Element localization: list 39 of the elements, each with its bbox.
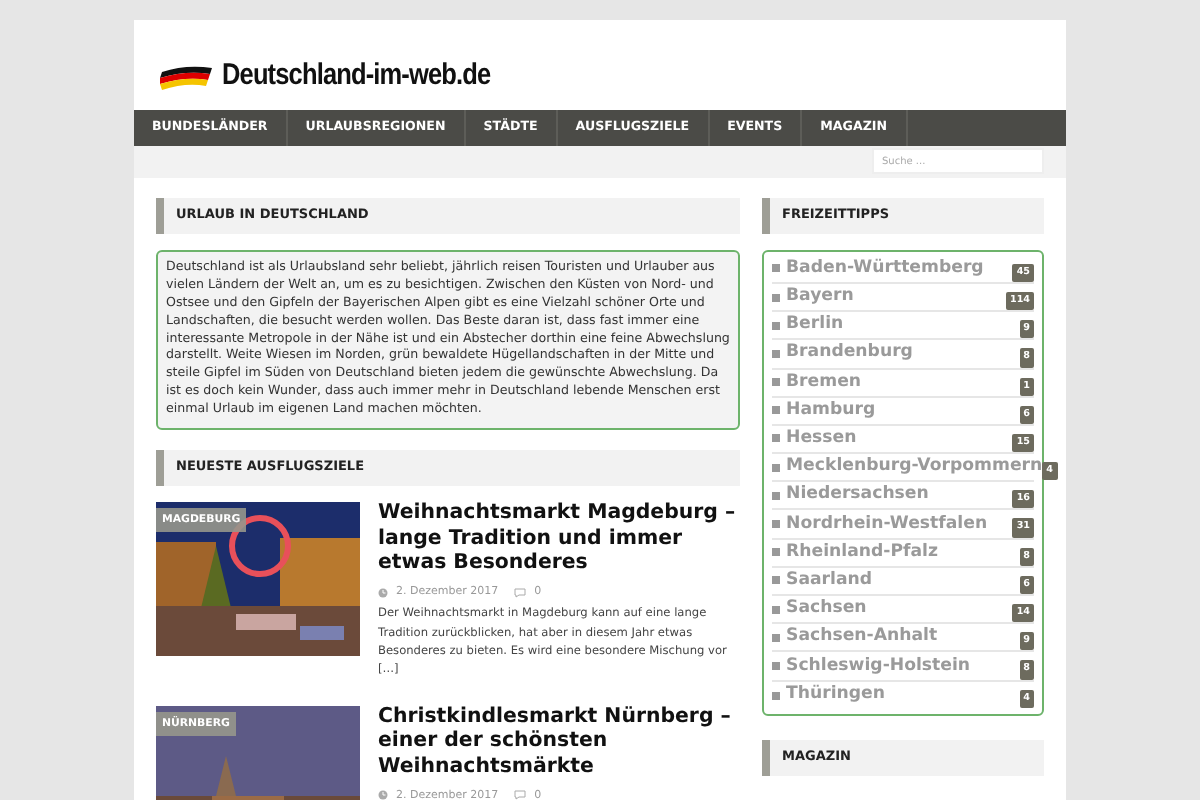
bullet-icon [772,576,780,585]
bullet-icon [772,520,780,529]
bullet-icon [772,691,780,700]
bullet-icon [772,378,780,387]
category-link[interactable]: Schleswig-Holstein [786,653,971,679]
category-link[interactable]: Bayern [786,284,854,310]
clock-icon [378,587,388,598]
bullet-icon [772,463,780,472]
site-title[interactable]: Deutschland-im-web.de [222,54,491,100]
category-link[interactable]: Brandenburg [786,340,913,367]
bullet-icon [772,633,780,642]
category-link[interactable]: Baden-Württemberg [786,255,984,282]
category-link[interactable]: Hessen [786,426,857,452]
category-link[interactable]: Sachsen-Anhalt [786,624,938,651]
bullet-icon [772,264,780,273]
category-link[interactable]: Rheinland-Pfalz [786,539,938,566]
category-link[interactable]: Sachsen [786,596,867,623]
bullet-icon [772,406,780,415]
category-link[interactable]: Bremen [786,369,862,396]
bullet-icon [772,605,780,614]
category-link[interactable]: Nordrhein-Westfalen [786,511,988,537]
category-link[interactable]: Mecklenburg-Vorpommern [786,454,1043,481]
bullet-icon [772,349,780,358]
bullet-icon [772,491,780,500]
flag-logo-icon [158,61,214,93]
category-link[interactable]: Saarland [786,567,873,594]
bullet-icon [772,548,780,557]
bullet-icon [772,321,780,330]
bullet-icon [772,434,780,443]
post-title[interactable]: Weihnachtsmarkt Magdeburg – lange Tradition und immer etwas Besonderes [378,501,740,579]
bullet-icon [772,293,780,302]
bullet-icon [772,661,780,670]
post-title[interactable]: Christkindlesmarkt Nürnberg – einer der schönsten Weihnachtsmärkte [378,705,740,782]
category-link[interactable]: Niedersachsen [786,482,929,509]
comment-icon [514,587,527,598]
category-link[interactable]: Hamburg [786,397,876,424]
category-link[interactable]: Thüringen [786,682,885,709]
category-link[interactable]: Berlin [786,312,844,339]
comment-icon [514,790,527,800]
